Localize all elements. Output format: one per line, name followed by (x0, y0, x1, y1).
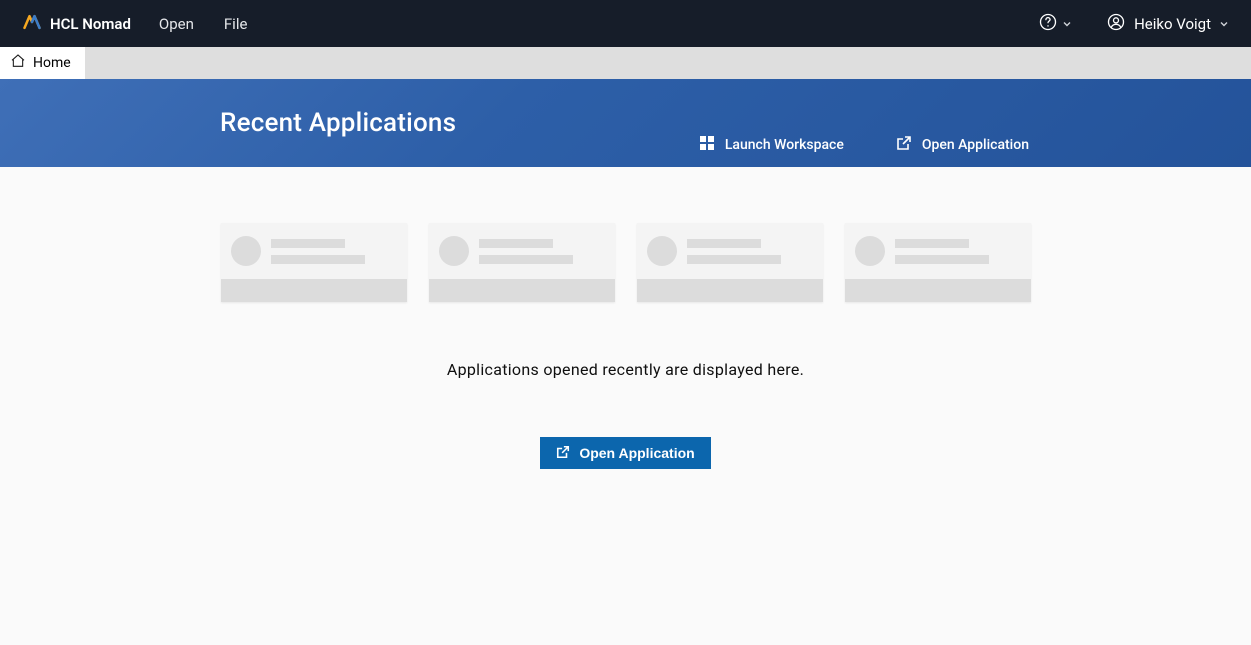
skeleton-card (845, 223, 1031, 302)
open-application-button-label: Open Application (579, 445, 694, 461)
launch-workspace-label: Launch Workspace (725, 137, 844, 153)
open-application-label: Open Application (922, 137, 1029, 153)
skeleton-footer (429, 279, 615, 302)
skeleton-footer (845, 279, 1031, 302)
tab-bar: Home (0, 47, 1251, 79)
recent-apps-skeleton-row (0, 223, 1251, 302)
chevron-down-icon (1219, 14, 1229, 33)
tab-home-label: Home (33, 55, 71, 71)
open-application-link[interactable]: Open Application (896, 135, 1029, 155)
skeleton-card (221, 223, 407, 302)
top-navigation-bar: HCL Nomad Open File (0, 0, 1251, 47)
page-title: Recent Applications (220, 108, 456, 138)
brand: HCL Nomad (22, 12, 131, 36)
main-menu: Open File (159, 15, 248, 33)
hero-actions: Launch Workspace Open Application (699, 135, 1029, 155)
home-icon (10, 53, 26, 73)
external-link-icon (556, 445, 570, 462)
skeleton-avatar (439, 236, 469, 266)
open-application-button[interactable]: Open Application (540, 437, 710, 469)
skeleton-footer (637, 279, 823, 302)
skeleton-card (429, 223, 615, 302)
skeleton-avatar (647, 236, 677, 266)
tab-home[interactable]: Home (0, 47, 86, 79)
skeleton-line (687, 255, 781, 264)
chevron-down-icon (1062, 14, 1072, 33)
skeleton-line (895, 239, 969, 248)
skeleton-line (895, 255, 989, 264)
menu-open[interactable]: Open (159, 15, 194, 33)
grid-icon (699, 135, 715, 155)
skeleton-footer (221, 279, 407, 302)
menu-file[interactable]: File (224, 15, 248, 33)
user-name-label: Heiko Voigt (1134, 15, 1211, 33)
topbar-right: Heiko Voigt (1038, 12, 1229, 36)
empty-state-message: Applications opened recently are display… (0, 360, 1251, 379)
skeleton-line (271, 255, 365, 264)
skeleton-line (687, 239, 761, 248)
help-icon (1038, 12, 1058, 36)
help-menu[interactable] (1038, 12, 1072, 36)
user-avatar-icon (1106, 12, 1126, 36)
launch-workspace-button[interactable]: Launch Workspace (699, 135, 844, 155)
skeleton-card (637, 223, 823, 302)
brand-name: HCL Nomad (50, 15, 131, 33)
skeleton-avatar (231, 236, 261, 266)
skeleton-line (271, 239, 345, 248)
user-menu[interactable]: Heiko Voigt (1106, 12, 1229, 36)
external-link-icon (896, 135, 912, 155)
skeleton-line (479, 239, 553, 248)
hero-banner: Recent Applications Launch Workspace (0, 79, 1251, 167)
brand-logo-icon (22, 12, 42, 36)
skeleton-line (479, 255, 573, 264)
main-content: Applications opened recently are display… (0, 167, 1251, 469)
skeleton-avatar (855, 236, 885, 266)
cta-wrap: Open Application (0, 437, 1251, 469)
